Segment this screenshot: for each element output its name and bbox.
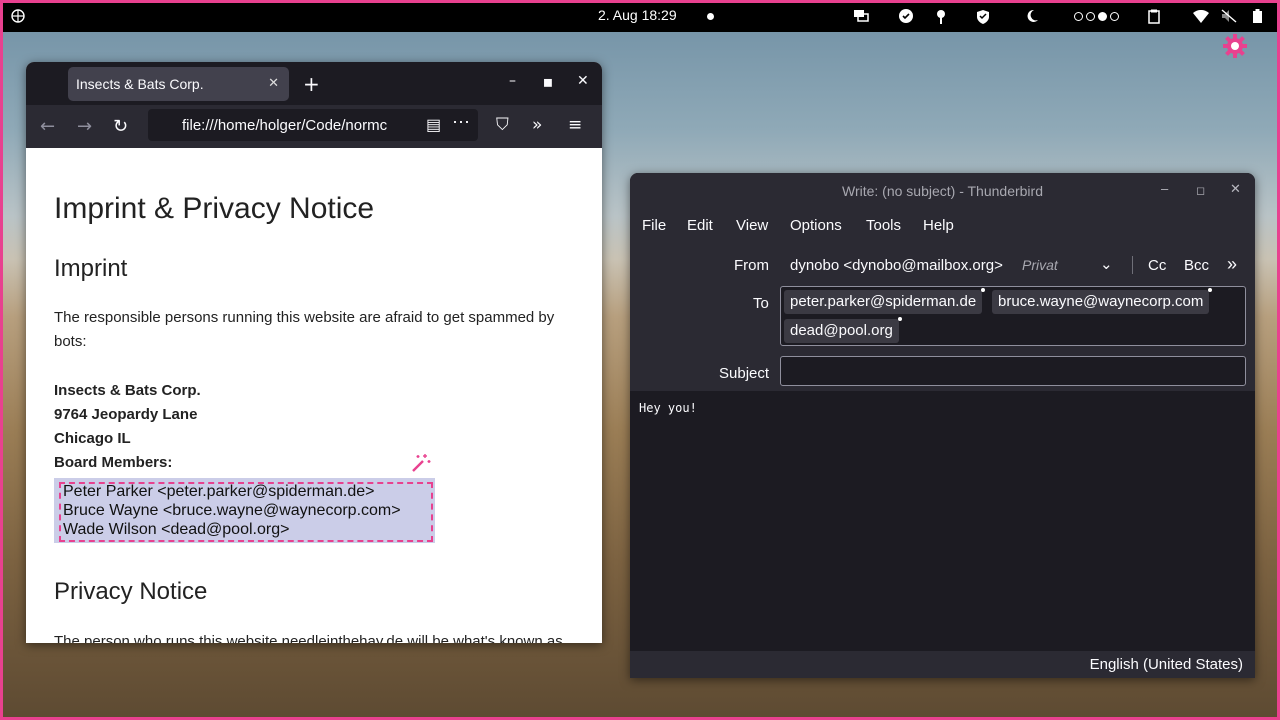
- page-actions-icon[interactable]: ⋯: [452, 112, 470, 133]
- settings-gear-icon[interactable]: [1222, 33, 1248, 59]
- back-arrow-icon[interactable]: ←: [40, 116, 55, 137]
- recipient-pill[interactable]: dead@pool.org: [784, 317, 902, 343]
- page-title: Imprint & Privacy Notice: [54, 192, 375, 225]
- wifi-icon[interactable]: [1192, 8, 1210, 24]
- clipboard-icon[interactable]: [1147, 8, 1161, 24]
- apps-grid-icon[interactable]: [10, 8, 26, 24]
- imprint-heading: Imprint: [54, 255, 128, 282]
- pocket-icon[interactable]: ⛉: [496, 115, 509, 135]
- reader-view-icon[interactable]: ▤: [426, 115, 441, 135]
- member-line: Bruce Wayne <bruce.wayne@waynecorp.com>: [63, 502, 401, 519]
- intro-paragraph: The responsible persons running this web…: [54, 309, 555, 350]
- tab-strip: Insects & Bats Corp. ✕ + – ◼ ✕: [26, 62, 602, 105]
- city: Chicago IL: [54, 430, 131, 447]
- menu-tools[interactable]: Tools: [866, 217, 901, 234]
- body-text: Hey you!: [639, 401, 697, 415]
- from-address[interactable]: dynobo <dynobo@mailbox.org>: [790, 257, 1003, 274]
- navigation-bar: ← → ↻ file:///home/holger/Code/normc ▤ ⋯…: [26, 105, 602, 148]
- browser-tab[interactable]: Insects & Bats Corp. ✕: [68, 67, 289, 101]
- more-fields-chevron-icon[interactable]: »: [1227, 254, 1237, 275]
- spellcheck-language[interactable]: English (United States): [1090, 656, 1243, 673]
- url-bar[interactable]: file:///home/holger/Code/normc ▤ ⋯: [148, 109, 478, 141]
- new-tab-icon[interactable]: +: [303, 72, 320, 96]
- close-window-icon[interactable]: ✕: [1230, 181, 1241, 197]
- menu-options[interactable]: Options: [790, 217, 842, 234]
- subject-input[interactable]: [780, 356, 1246, 386]
- cc-button[interactable]: Cc: [1148, 257, 1166, 274]
- top-bar: 2. Aug 18:29: [0, 0, 1280, 32]
- clock[interactable]: 2. Aug 18:29: [598, 7, 677, 23]
- page-content: Imprint & Privacy Notice Imprint The res…: [26, 148, 602, 643]
- overflow-chevron-icon[interactable]: »: [532, 115, 542, 135]
- from-identity[interactable]: Privat: [1022, 257, 1058, 273]
- member-line: Peter Parker <peter.parker@spiderman.de>: [63, 483, 375, 500]
- recipient-pill[interactable]: peter.parker@spiderman.de: [784, 288, 986, 314]
- recipient-address: bruce.wayne@waynecorp.com: [998, 293, 1204, 310]
- member-line: Wade Wilson <dead@pool.org>: [63, 521, 290, 538]
- message-body[interactable]: Hey you!: [630, 391, 1255, 651]
- recipient-pill[interactable]: bruce.wayne@waynecorp.com: [992, 288, 1213, 314]
- status-bar: English (United States): [630, 651, 1255, 678]
- menu-bar: File Edit View Options Tools Help: [630, 209, 1255, 243]
- minimize-icon[interactable]: –: [1161, 181, 1168, 196]
- divider: [1132, 256, 1133, 274]
- url-text: file:///home/holger/Code/normc: [182, 117, 388, 134]
- notification-dot-icon: [705, 8, 715, 24]
- workspace-indicator[interactable]: [1070, 8, 1122, 24]
- street-address: 9764 Jeopardy Lane: [54, 406, 198, 423]
- to-label: To: [753, 295, 769, 312]
- battery-icon[interactable]: [1251, 8, 1263, 24]
- menu-help[interactable]: Help: [923, 217, 954, 234]
- screen-share-icon[interactable]: [852, 8, 870, 24]
- close-tab-icon[interactable]: ✕: [268, 75, 279, 91]
- thunderbird-compose-window: Write: (no subject) - Thunderbird – ◻ ✕ …: [630, 173, 1255, 678]
- menu-file[interactable]: File: [642, 217, 666, 234]
- compose-header: From dynobo <dynobo@mailbox.org> Privat …: [630, 243, 1255, 391]
- subject-label: Subject: [719, 365, 770, 382]
- minimize-icon[interactable]: –: [509, 73, 516, 89]
- hamburger-menu-icon[interactable]: ≡: [568, 115, 582, 135]
- volume-muted-icon[interactable]: [1220, 8, 1238, 24]
- from-label: From: [734, 257, 769, 274]
- magic-wand-icon[interactable]: [410, 452, 432, 480]
- location-pin-icon[interactable]: [934, 8, 948, 24]
- recipient-address: dead@pool.org: [790, 322, 893, 339]
- reload-icon[interactable]: ↻: [113, 116, 128, 137]
- check-circle-icon[interactable]: [898, 8, 914, 24]
- maximize-icon[interactable]: ◻: [1196, 184, 1205, 197]
- company-name: Insects & Bats Corp.: [54, 382, 201, 399]
- close-window-icon[interactable]: ✕: [577, 73, 589, 89]
- tab-title: Insects & Bats Corp.: [76, 76, 204, 92]
- night-mode-icon[interactable]: [1024, 8, 1040, 24]
- maximize-icon[interactable]: ◼: [543, 75, 553, 89]
- board-label: Board Members:: [54, 454, 173, 471]
- bcc-button[interactable]: Bcc: [1184, 257, 1209, 274]
- menu-view[interactable]: View: [736, 217, 768, 234]
- privacy-heading: Privacy Notice: [54, 578, 208, 605]
- chevron-down-icon[interactable]: ⌄: [1100, 255, 1113, 273]
- browser-window: Insects & Bats Corp. ✕ + – ◼ ✕ ← → ↻ fil…: [26, 62, 602, 643]
- menu-edit[interactable]: Edit: [687, 217, 713, 234]
- window-titlebar: Write: (no subject) - Thunderbird – ◻ ✕: [630, 173, 1255, 209]
- forward-arrow-icon[interactable]: →: [77, 116, 92, 137]
- privacy-paragraph: The person who runs this website needlei…: [54, 633, 563, 643]
- shield-icon[interactable]: [975, 8, 991, 24]
- recipient-address: peter.parker@spiderman.de: [790, 293, 977, 310]
